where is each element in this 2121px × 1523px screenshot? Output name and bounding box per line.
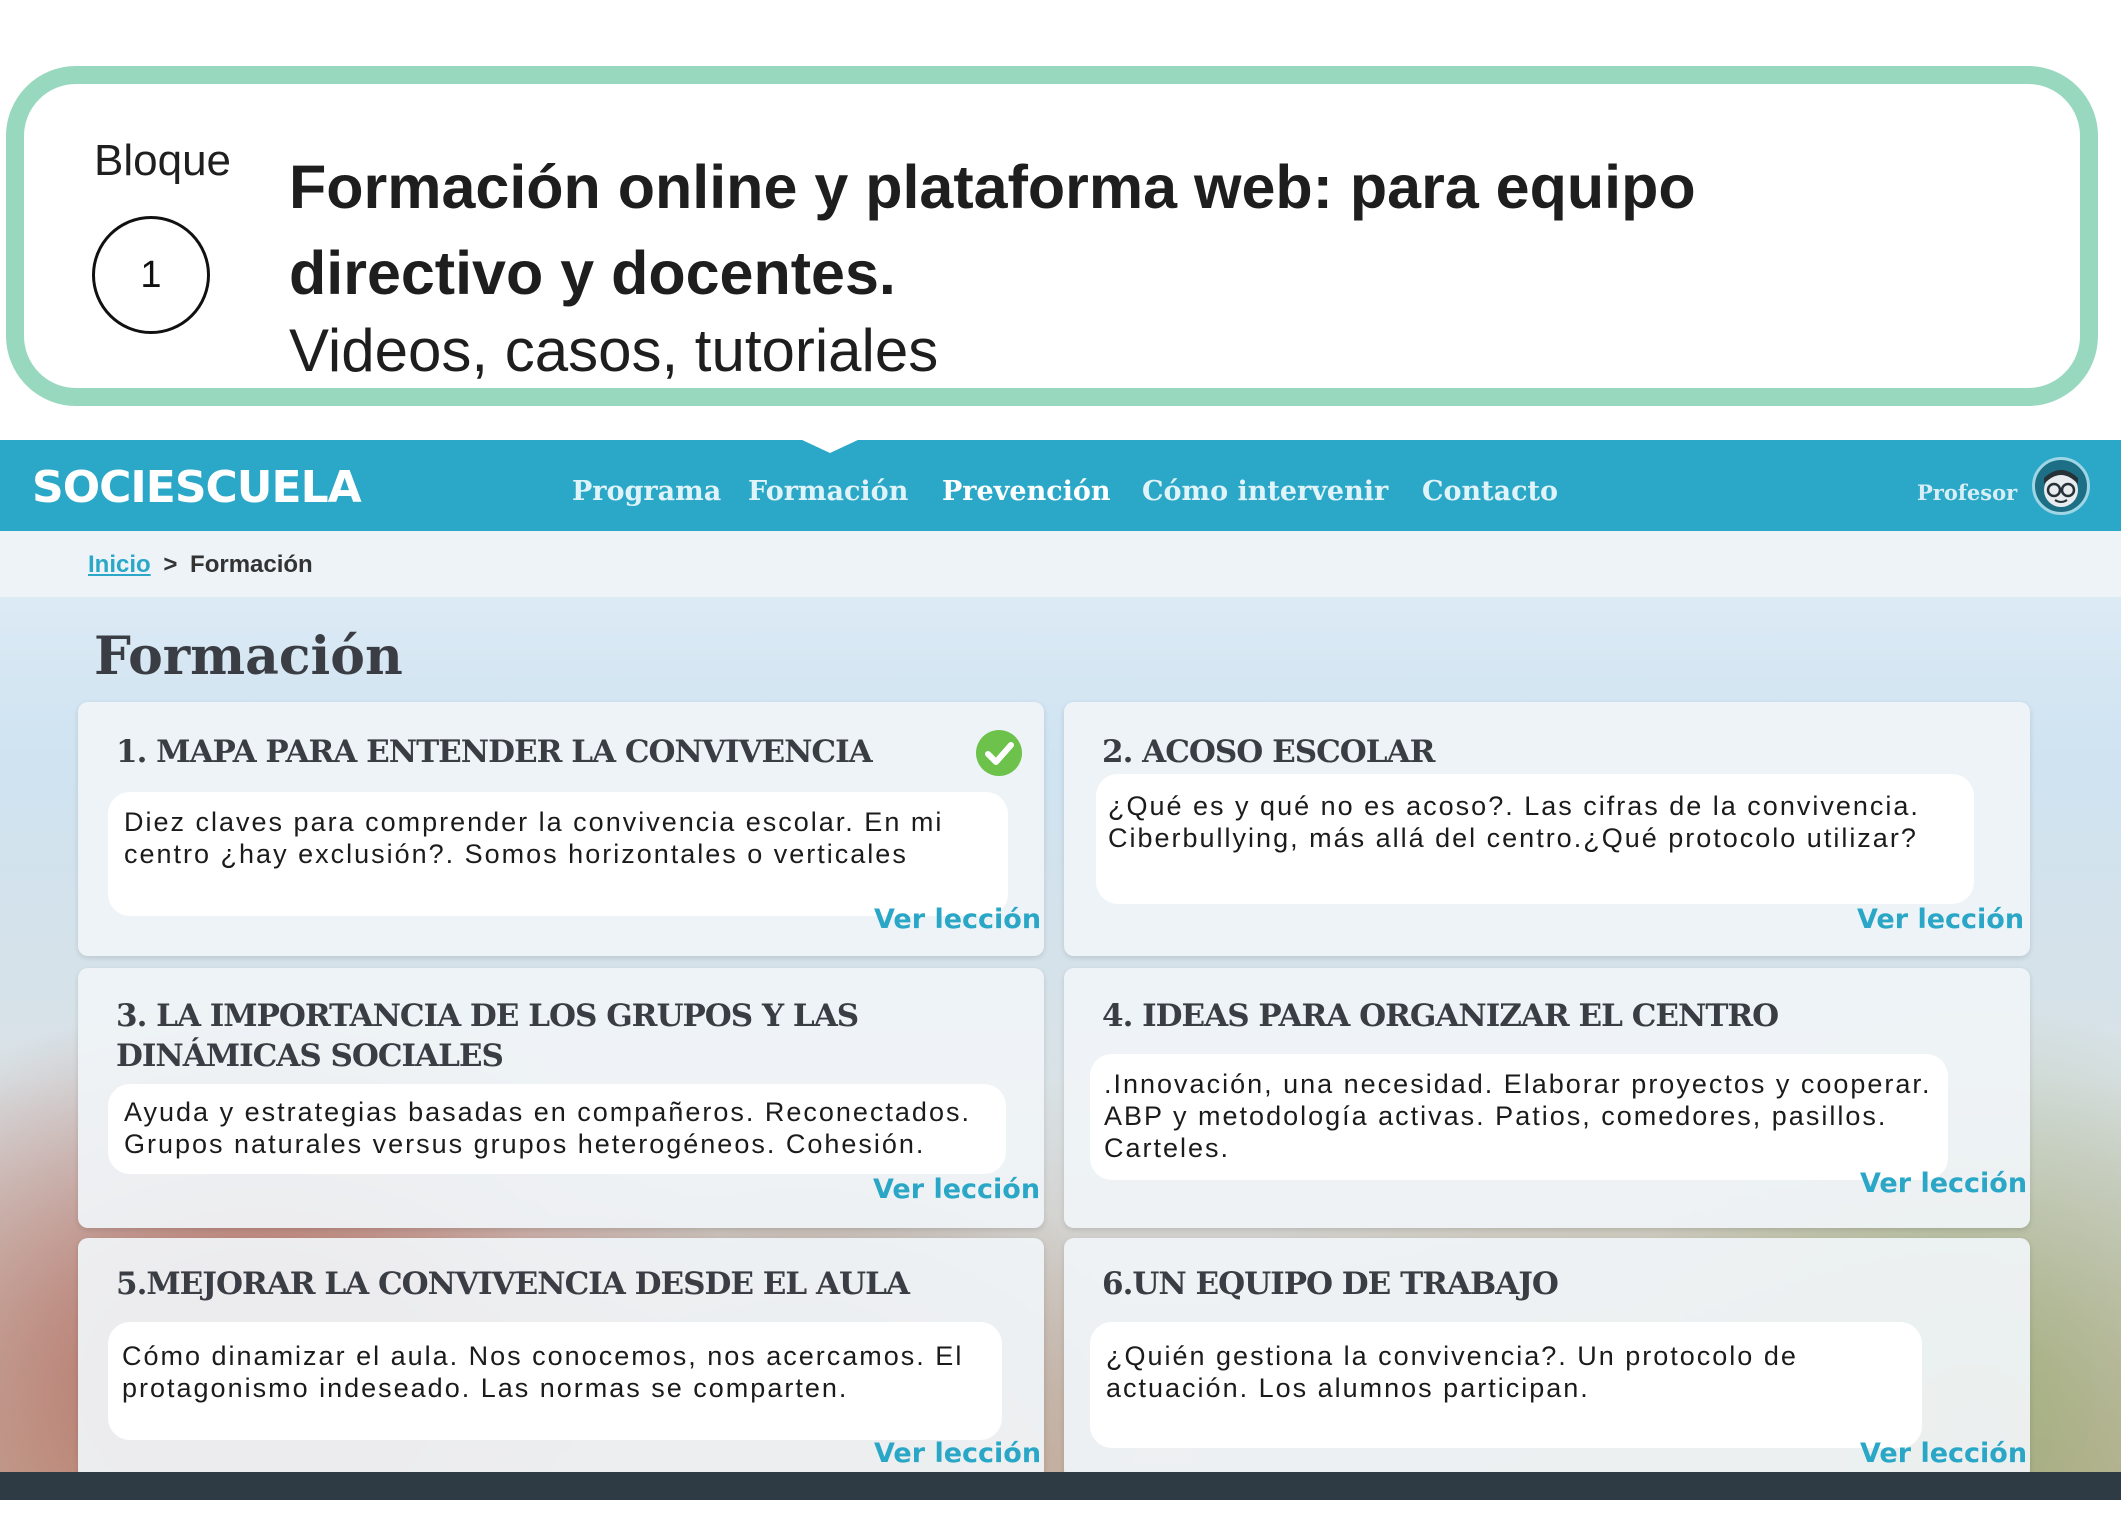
breadcrumb-home-link[interactable]: Inicio (88, 551, 151, 578)
bloque-subtitle: Videos, casos, tutoriales (289, 317, 939, 384)
lesson-card-6: 6.UN EQUIPO DE TRABAJO ¿Quién gestiona l… (1064, 1238, 2030, 1480)
lesson-card-5: 5.MEJORAR LA CONVIVENCIA DESDE EL AULA C… (78, 1238, 1044, 1480)
breadcrumb-separator: > (163, 551, 178, 578)
lesson-card-description: Cómo dinamizar el aula. Nos conocemos, n… (108, 1322, 1002, 1440)
lesson-card-description: Ayuda y estrategias basadas en compañero… (108, 1084, 1006, 1174)
lesson-card-description: .Innovación, una necesidad. Elaborar pro… (1090, 1054, 1948, 1180)
ver-leccion-link[interactable]: Ver lección (1860, 1438, 2027, 1469)
lesson-card-2: 2. ACOSO ESCOLAR ¿Qué es y qué no es aco… (1064, 702, 2030, 956)
bloque-title: Formación online y plataforma web: para … (289, 153, 1696, 307)
breadcrumb-current: Formación (190, 551, 313, 578)
ver-leccion-link[interactable]: Ver lección (1860, 1168, 2027, 1199)
nav-formacion[interactable]: Formación (748, 476, 908, 507)
nav-notch (800, 440, 860, 453)
breadcrumb: Inicio > Formación (88, 551, 313, 579)
lesson-card-description: ¿Qué es y qué no es acoso?. Las cifras d… (1096, 774, 1974, 904)
breadcrumb-bar: Inicio > Formación (0, 531, 2121, 597)
ver-leccion-link[interactable]: Ver lección (1857, 904, 2024, 935)
website-screenshot: SOCIESCUELA Programa Formación Prevenció… (0, 440, 2121, 1500)
lesson-card-title: 2. ACOSO ESCOLAR (1102, 734, 1435, 770)
lesson-card-description: ¿Quién gestiona la convivencia?. Un prot… (1090, 1322, 1922, 1448)
nav-programa[interactable]: Programa (572, 476, 721, 507)
user-avatar[interactable] (2032, 457, 2090, 515)
lesson-card-description: Diez claves para comprender la convivenc… (108, 792, 1008, 916)
lesson-card-title: 4. IDEAS PARA ORGANIZAR EL CENTRO (1102, 998, 1779, 1034)
bloque-number: 1 (140, 253, 162, 296)
site-bottom-bar (0, 1472, 2121, 1500)
nav-contacto[interactable]: Contacto (1422, 476, 1558, 507)
site-logo[interactable]: SOCIESCUELA (32, 462, 362, 513)
lesson-card-title: 3. LA IMPORTANCIA DE LOS GRUPOS Y LAS DI… (116, 998, 859, 1074)
avatar-face-icon (2044, 470, 2078, 507)
ver-leccion-link[interactable]: Ver lección (873, 1174, 1040, 1205)
lesson-card-title: 1. MAPA PARA ENTENDER LA CONVIVENCIA (116, 734, 873, 770)
user-role-label[interactable]: Profesor (1917, 480, 2017, 505)
bloque-number-badge: 1 (92, 216, 210, 334)
ver-leccion-link[interactable]: Ver lección (874, 1438, 1041, 1469)
nav-prevencion[interactable]: Prevención (942, 476, 1111, 507)
nav-como-intervenir[interactable]: Cómo intervenir (1142, 476, 1388, 507)
top-navbar: SOCIESCUELA Programa Formación Prevenció… (0, 440, 2121, 531)
bloque-banner: Bloque 1 Formación online y plataforma w… (6, 66, 2098, 406)
ver-leccion-link[interactable]: Ver lección (874, 904, 1041, 935)
lesson-card-title: 6.UN EQUIPO DE TRABAJO (1102, 1266, 1559, 1302)
lesson-card-1: 1. MAPA PARA ENTENDER LA CONVIVENCIA Die… (78, 702, 1044, 956)
lesson-card-4: 4. IDEAS PARA ORGANIZAR EL CENTRO .Innov… (1064, 968, 2030, 1228)
bloque-label: Bloque (94, 136, 232, 185)
lesson-card-3: 3. LA IMPORTANCIA DE LOS GRUPOS Y LAS DI… (78, 968, 1044, 1228)
completed-check-icon (976, 730, 1022, 776)
lesson-card-title: 5.MEJORAR LA CONVIVENCIA DESDE EL AULA (116, 1266, 910, 1302)
page-title: Formación (94, 626, 403, 687)
